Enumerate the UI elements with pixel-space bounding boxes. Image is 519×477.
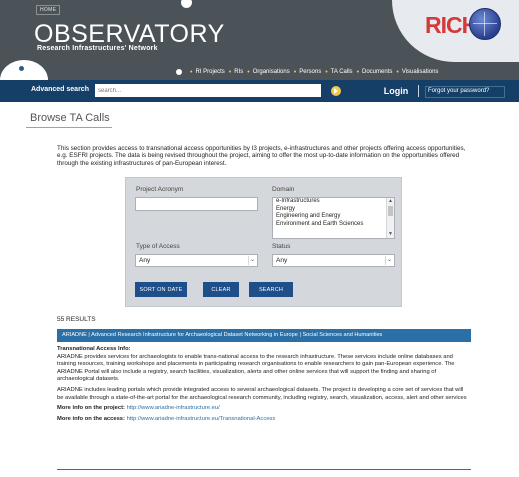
advanced-search-label: Advanced search: [31, 86, 89, 93]
scroll-up-icon[interactable]: ▲: [388, 199, 393, 204]
project-acronym-input[interactable]: [135, 197, 258, 211]
nav-item-documents[interactable]: • Documents: [357, 69, 393, 76]
domain-label: Domain: [272, 186, 295, 193]
nav-item-label: Documents: [362, 69, 393, 75]
clear-button[interactable]: CLEAR: [203, 282, 239, 297]
site-title: OBSERVATORY: [34, 20, 225, 48]
intro-text: This section provides access to transnat…: [57, 145, 466, 167]
nav-item-visualisations[interactable]: • Visualisations: [396, 69, 438, 76]
nav-bullet-icon: [176, 69, 182, 75]
nav-item-ta-calls[interactable]: • TA Calls: [325, 69, 352, 76]
status-value: Any: [276, 257, 288, 264]
filter-panel: Project Acronym Domain e-Infrastructures…: [125, 177, 402, 307]
access-info-link[interactable]: http://www.ariadne-infrastructure.eu/Tra…: [127, 416, 276, 422]
bullet-icon: •: [325, 68, 328, 76]
domain-scrollbar[interactable]: ▲ ▼: [386, 198, 394, 238]
rich-globe-icon: [469, 8, 501, 40]
project-acronym-label: Project Acronym: [136, 186, 184, 193]
nav-item-ri-projects[interactable]: • RI Projects: [190, 69, 225, 76]
nav-item-persons[interactable]: • Persons: [294, 69, 321, 76]
nav-item-ris[interactable]: • RIs: [229, 69, 243, 76]
nav-item-label: RIs: [234, 69, 244, 75]
chevron-down-icon: ⌄: [248, 256, 256, 265]
project-info-row: More info on the project: http://www.ari…: [57, 405, 471, 413]
domain-listbox[interactable]: e-Infrastructures Energy Engineering and…: [272, 197, 395, 239]
result-title-link[interactable]: ARIADNE | Advanced Research Infrastructu…: [57, 329, 471, 342]
nav-item-organisations[interactable]: • Organisations: [247, 69, 289, 76]
type-of-access-value: Any: [139, 257, 151, 264]
results-count: 55 RESULTS: [57, 316, 96, 323]
access-info-label: More info on the access:: [57, 415, 125, 422]
page-title: Browse TA Calls: [30, 112, 110, 124]
site-header: HOME OBSERVATORY Research Infrastructure…: [0, 0, 519, 80]
login-button[interactable]: Login: [374, 83, 418, 99]
domain-option[interactable]: Engineering and Energy: [273, 213, 394, 221]
nav-item-label: Organisations: [252, 69, 290, 75]
result-description: ARIADNE provides services for archaeolog…: [57, 353, 455, 383]
type-of-access-select[interactable]: Any ⌄: [135, 254, 258, 267]
header-decor-dot: [181, 0, 192, 8]
bullet-icon: •: [356, 68, 360, 76]
main-nav: • RI Projects • RIs • Organisations • Person…: [176, 66, 438, 78]
bullet-icon: •: [228, 68, 232, 76]
search-go-icon[interactable]: [331, 86, 341, 96]
status-select[interactable]: Any ⌄: [272, 254, 395, 267]
project-info-link[interactable]: http://www.ariadne-infrastructure.eu/: [127, 405, 220, 411]
nav-item-label: RI Projects: [195, 69, 225, 75]
home-link[interactable]: HOME: [36, 5, 61, 15]
status-label: Status: [272, 243, 291, 250]
bullet-icon: •: [396, 68, 399, 76]
result-divider: [57, 469, 471, 470]
type-of-access-label: Type of Access: [136, 243, 180, 250]
bullet-icon: •: [293, 68, 297, 76]
nav-item-label: Persons: [299, 69, 322, 75]
scroll-thumb[interactable]: [388, 206, 393, 216]
domain-option[interactable]: e-Infrastructures: [273, 198, 394, 206]
forgot-password-link[interactable]: Forgot your password?: [425, 86, 505, 98]
bullet-icon: •: [190, 68, 193, 76]
nav-item-label: TA Calls: [330, 69, 353, 75]
search-button[interactable]: SEARCH: [249, 282, 293, 297]
result-description-2: ARIADNE includes leading portals which p…: [57, 386, 467, 401]
title-divider: [26, 127, 112, 128]
scroll-down-icon[interactable]: ▼: [388, 232, 393, 237]
login-divider: [418, 85, 419, 97]
search-bar: Advanced search Login Forgot your passwo…: [0, 80, 519, 102]
project-info-label: More info on the project:: [57, 405, 125, 412]
bullet-icon: •: [247, 68, 250, 76]
domain-option[interactable]: Energy: [273, 206, 394, 214]
search-input[interactable]: [95, 84, 321, 97]
nav-item-label: Visualisations: [401, 69, 439, 75]
site-subtitle: Research Infrastructures' Network: [37, 45, 158, 52]
result-details: Transnational Access Info: ARIADNE provi…: [57, 346, 471, 426]
header-globe-dot: [19, 66, 24, 71]
sort-on-date-button[interactable]: SORT ON DATE: [135, 282, 187, 297]
domain-option[interactable]: Environment and Earth Sciences: [273, 221, 394, 229]
access-info-row: More info on the access: http://www.aria…: [57, 416, 471, 424]
header-globe-decor: [0, 60, 48, 80]
ta-info-label: Transnational Access Info:: [57, 346, 131, 352]
chevron-down-icon: ⌄: [385, 256, 393, 265]
